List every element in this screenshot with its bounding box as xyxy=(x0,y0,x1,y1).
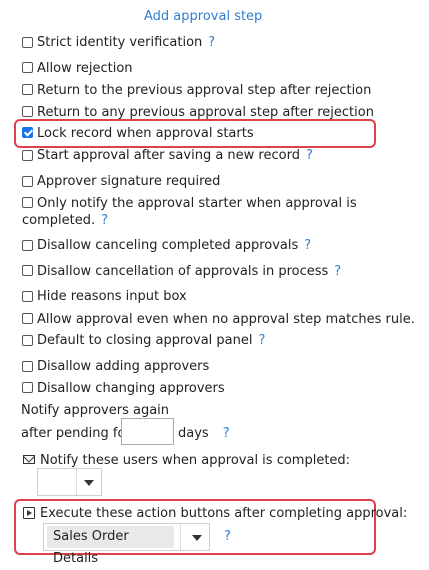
signature-required-label: Approver signature required xyxy=(37,174,221,189)
help-icon[interactable]: ? xyxy=(223,426,230,441)
help-icon[interactable]: ? xyxy=(224,529,231,544)
disallow-cancel-completed-label: Disallow canceling completed approvals? xyxy=(37,238,312,253)
lock-record-label: Lock record when approval starts xyxy=(37,126,254,141)
return-previous-checkbox[interactable] xyxy=(22,84,33,95)
caret-down-icon[interactable] xyxy=(84,480,94,486)
action-buttons-select[interactable]: Sales Order Details xyxy=(43,523,210,566)
disallow-cancel-completed-checkbox[interactable] xyxy=(22,240,33,251)
disallow-adding-approvers-label: Disallow adding approvers xyxy=(37,359,210,374)
disallow-adding-approvers-checkbox[interactable] xyxy=(22,361,33,372)
strict-identity-label: Strict identity verification? xyxy=(37,35,216,50)
start-after-saving-checkbox[interactable] xyxy=(22,150,33,161)
help-icon[interactable]: ? xyxy=(101,213,108,228)
notify-again-heading: Notify approvers again xyxy=(21,403,170,418)
help-icon[interactable]: ? xyxy=(304,238,311,253)
caret-down-icon[interactable] xyxy=(192,535,202,541)
action-buttons-label: Execute these action buttons after compl… xyxy=(40,506,408,521)
disallow-cancel-in-process-label: Disallow cancellation of approvals in pr… xyxy=(37,264,342,279)
allow-no-match-checkbox[interactable] xyxy=(22,313,33,324)
hide-reasons-label: Hide reasons input box xyxy=(37,289,187,304)
disallow-changing-approvers-checkbox[interactable] xyxy=(22,382,33,393)
default-closing-panel-label: Default to closing approval panel? xyxy=(37,333,266,348)
return-any-previous-checkbox[interactable] xyxy=(22,106,33,117)
return-any-previous-label: Return to any previous approval step aft… xyxy=(37,105,374,120)
strict-identity-checkbox[interactable] xyxy=(22,37,33,48)
allow-no-match-label: Allow approval even when no approval ste… xyxy=(37,312,415,327)
help-icon[interactable]: ? xyxy=(259,333,266,348)
start-after-saving-label: Start approval after saving a new record… xyxy=(37,148,313,163)
disallow-changing-approvers-label: Disallow changing approvers xyxy=(37,381,225,396)
notify-users-label: Notify these users when approval is comp… xyxy=(40,453,351,468)
allow-rejection-label: Allow rejection xyxy=(37,61,133,76)
disallow-cancel-in-process-checkbox[interactable] xyxy=(22,265,33,276)
return-previous-label: Return to the previous approval step aft… xyxy=(37,83,372,98)
only-notify-starter-checkbox[interactable] xyxy=(22,197,33,208)
lock-record-checkbox[interactable] xyxy=(22,127,33,138)
notify-days-input[interactable] xyxy=(121,418,174,445)
hide-reasons-checkbox[interactable] xyxy=(22,291,33,302)
only-notify-starter-label-line2: completed.? xyxy=(22,213,109,228)
add-approval-step-link[interactable]: Add approval step xyxy=(144,9,262,24)
notify-again-prefix: after pending for xyxy=(21,426,131,441)
notify-again-suffix: days? xyxy=(178,426,230,441)
allow-rejection-checkbox[interactable] xyxy=(22,62,33,73)
selected-action-button-chip[interactable]: Sales Order Details xyxy=(47,526,174,566)
default-closing-panel-checkbox[interactable] xyxy=(22,335,33,346)
help-icon[interactable]: ? xyxy=(334,264,341,279)
help-icon[interactable]: ? xyxy=(306,148,313,163)
signature-required-checkbox[interactable] xyxy=(22,176,33,187)
help-icon[interactable]: ? xyxy=(208,35,215,50)
envelope-icon xyxy=(23,455,35,464)
play-square-icon xyxy=(23,507,35,519)
only-notify-starter-label-line1: Only notify the approval starter when ap… xyxy=(37,196,357,211)
notify-users-select[interactable] xyxy=(37,468,102,496)
